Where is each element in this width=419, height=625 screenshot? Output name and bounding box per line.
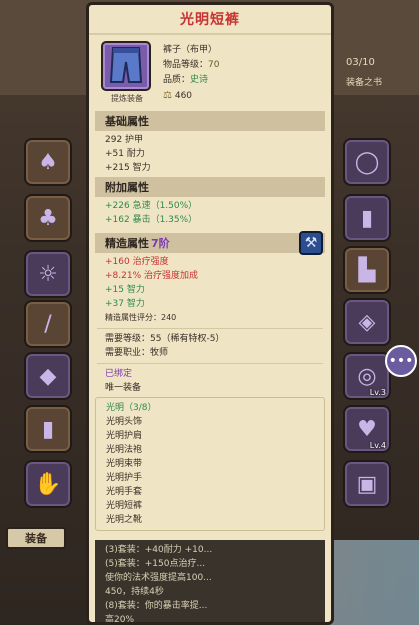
pants-icon: ▮ [41, 416, 55, 442]
equip-slot-ring-2[interactable]: ◎ Lv.3 [343, 352, 391, 400]
divider [97, 363, 323, 364]
refine-score: 精造属性评分：240 [105, 313, 177, 322]
set-name: 光明（3/8） [106, 403, 157, 413]
equipment-book-label[interactable]: 装备之书 [346, 75, 382, 88]
page-counter: 03/10 [346, 57, 375, 68]
slot-level-badge: Lv.4 [369, 441, 386, 450]
equip-slot-necklace[interactable]: ♥ Lv.4 [343, 405, 391, 453]
book-icon: ▣ [356, 471, 378, 497]
extra-attributes-header: 附加属性 [95, 177, 325, 197]
belt-icon: ☼ [38, 261, 58, 287]
equip-slot-book[interactable]: ▣ [343, 460, 391, 508]
required-class: 需要职业：牧师 [105, 348, 169, 358]
item-quality: 品质：史诗 [163, 73, 219, 88]
refine-attr-line: +160 治疗强度 [105, 257, 169, 267]
pants-icon: ▮ [360, 205, 374, 231]
bracer-icon: ◈ [358, 309, 376, 335]
staff-icon: / [44, 311, 52, 337]
set-piece: 光明护手 [106, 473, 143, 483]
set-piece: 光明手套 [106, 487, 143, 497]
item-sub-label: 提炼装备 [111, 94, 143, 103]
item-quality-label: 品质： [163, 75, 191, 85]
set-piece: 光明护肩 [106, 431, 143, 441]
equip-slot-bracer[interactable]: ◈ [343, 298, 391, 346]
item-level-label: 物品等级： [163, 60, 209, 70]
equip-slot-boots[interactable]: ▙ [343, 246, 391, 294]
set-bonus-line: (8)套装：你的暴击率提... [105, 601, 208, 611]
slot-level-badge: Lv.3 [369, 388, 386, 397]
divider [97, 328, 323, 329]
extra-attr-line: +162 暴击（1.35%） [105, 215, 198, 225]
base-attr-line: +51 耐力 [105, 149, 145, 159]
ring-icon: ◯ [354, 149, 380, 175]
refine-attributes-header: 精造属性 7阶 ⚒ [95, 231, 325, 255]
item-price-value: 460 [174, 91, 193, 101]
item-info: 裤子（布甲） 物品等级：70 品质：史诗 ⚖ 460 [163, 43, 219, 104]
equip-slot-pants[interactable]: ▮ [24, 405, 72, 453]
set-piece: 光明之靴 [106, 515, 143, 525]
item-type: 裤子（布甲） [163, 45, 218, 55]
item-price: ⚖ 460 [163, 88, 219, 104]
offhand-icon: ◆ [39, 363, 57, 389]
cloak-icon: ♣ [38, 205, 58, 231]
base-attr-line: 292 护甲 [105, 135, 144, 145]
item-header: 提炼装备 裤子（布甲） 物品等级：70 品质：史诗 ⚖ 460 [89, 35, 331, 109]
equip-slot-offhand[interactable]: ◆ [24, 352, 72, 400]
item-title: 光明短裤 [89, 5, 331, 35]
set-piece: 光明法袍 [106, 445, 143, 455]
item-level-value: 70 [208, 60, 220, 70]
set-piece: 光明短裤 [106, 501, 143, 511]
base-attributes-header: 基础属性 [95, 111, 325, 131]
item-quality-value: 史诗 [190, 75, 209, 85]
refine-level: 7阶 [151, 237, 170, 250]
set-bonus-line: 450，持续4秒 [105, 587, 164, 597]
set-bonus-line: 使你的法术强度提高100... [105, 573, 212, 583]
item-tooltip: 光明短裤 提炼装备 裤子（布甲） 物品等级：70 品质：史诗 ⚖ 460 基础属… [86, 2, 334, 625]
unique-status: 唯一装备 [105, 383, 142, 393]
set-bonus-line: (5)套装：+150点治疗... [105, 559, 206, 569]
equip-tab[interactable]: 装备 [6, 527, 66, 549]
equip-slot-glove[interactable]: ✋ [24, 460, 72, 508]
refine-header-label: 精造属性 [105, 237, 149, 250]
set-list: 光明（3/8） 光明头饰 光明护肩 光明法袍 光明束带 光明护手 光明手套 光明… [95, 397, 325, 531]
bound-status: 已绑定 [105, 369, 133, 379]
base-attr-line: +215 智力 [105, 163, 151, 173]
equip-slot-cape[interactable]: ♠ [24, 138, 72, 186]
set-bonus-line: 高20% [105, 615, 135, 625]
set-piece: 光明束带 [106, 459, 143, 469]
cape-icon: ♠ [38, 149, 58, 175]
equip-slot-ring-1[interactable]: ◯ [343, 138, 391, 186]
refine-tool-icon[interactable]: ⚒ [299, 231, 323, 255]
chat-bubble-icon[interactable]: ••• [385, 345, 417, 377]
boots-icon: ▙ [358, 257, 376, 283]
equip-slot-belt[interactable]: ☼ [24, 250, 72, 298]
equip-slot-pants-right[interactable]: ▮ [343, 194, 391, 242]
item-level: 物品等级：70 [163, 58, 219, 73]
pants-icon [101, 41, 151, 91]
glove-icon: ✋ [34, 471, 62, 497]
set-bonus-block: (3)套装：+40耐力 +10... (5)套装：+150点治疗... 使你的法… [95, 540, 325, 625]
set-piece: 光明头饰 [106, 417, 143, 427]
equip-slot-weapon[interactable]: / [24, 300, 72, 348]
coin-icon: ⚖ [163, 90, 172, 101]
equip-slot-cloak[interactable]: ♣ [24, 194, 72, 242]
refine-attr-line: +15 智力 [105, 285, 145, 295]
extra-attr-line: +226 急速（1.50%） [105, 201, 198, 211]
required-level: 需要等级：55（稀有特权-5） [105, 334, 225, 344]
set-bonus-line: (3)套装：+40耐力 +10... [105, 545, 213, 555]
refine-attr-line: +8.21% 治疗强度加成 [105, 271, 198, 281]
refine-attr-line: +37 智力 [105, 299, 145, 309]
